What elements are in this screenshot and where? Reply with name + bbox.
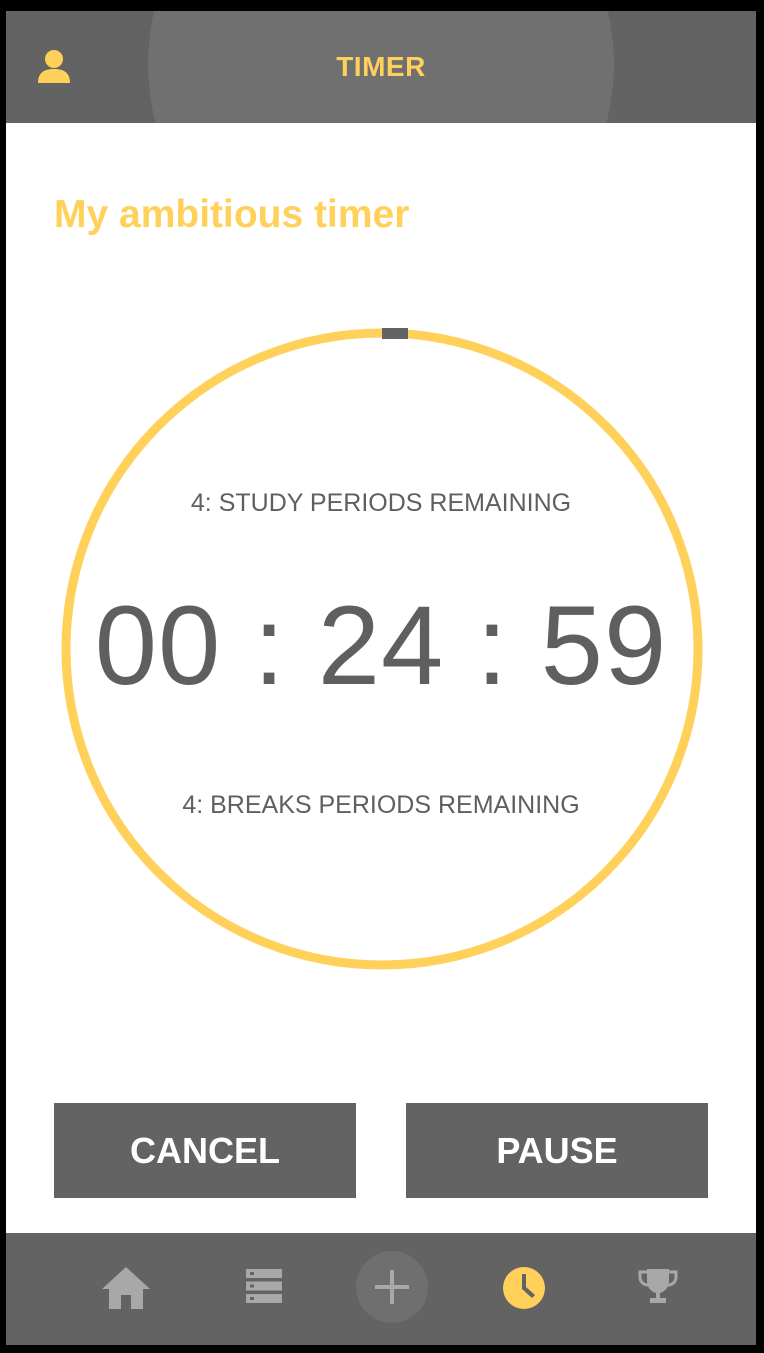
- study-periods-remaining: 4: STUDY PERIODS REMAINING: [190, 489, 572, 517]
- countdown-display: 00 : 24 : 59: [6, 586, 756, 706]
- trophy-icon: [638, 1269, 678, 1303]
- clock-icon: [503, 1267, 545, 1309]
- add-icon: [375, 1270, 409, 1304]
- countdown-seconds: 59: [540, 583, 668, 708]
- page-title: TIMER: [336, 51, 426, 82]
- timer-screen: TIMER My ambitious timer 4: STUDY PERIOD…: [6, 11, 756, 1345]
- countdown-minutes: 24: [317, 583, 445, 708]
- countdown-separator: :: [476, 583, 509, 708]
- list-icon: [246, 1269, 282, 1303]
- nav-item-timer[interactable]: [484, 1233, 564, 1345]
- bottom-nav: [6, 1233, 756, 1345]
- home-icon: [102, 1267, 150, 1309]
- pause-button[interactable]: PAUSE: [406, 1103, 708, 1198]
- break-periods-remaining: 4: BREAKS PERIODS REMAINING: [182, 791, 580, 819]
- countdown-separator: :: [253, 583, 286, 708]
- nav-item-add[interactable]: [356, 1251, 428, 1323]
- nav-item-home[interactable]: [86, 1233, 166, 1345]
- timer-name: My ambitious timer: [54, 193, 410, 236]
- countdown-hours: 00: [94, 583, 222, 708]
- nav-item-list[interactable]: [224, 1233, 304, 1345]
- nav-item-achievements[interactable]: [618, 1233, 698, 1345]
- cancel-button[interactable]: CANCEL: [54, 1103, 356, 1198]
- progress-marker: [382, 328, 408, 339]
- app-header: TIMER: [6, 11, 756, 123]
